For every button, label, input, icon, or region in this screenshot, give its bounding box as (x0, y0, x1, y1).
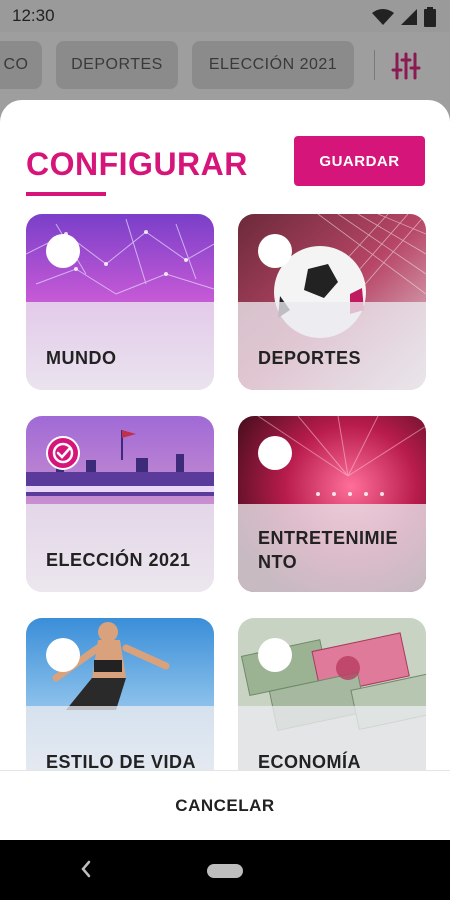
tab-label: ELECCIÓN 2021 (208, 56, 338, 73)
save-button[interactable]: GUARDAR (294, 136, 425, 186)
sheet-title: CONFIGURAR (26, 146, 248, 182)
cancel-area: CANCELAR (0, 770, 450, 840)
card-label-line: ENTRETENIMIE (258, 528, 399, 548)
select-toggle[interactable] (258, 638, 292, 672)
signal-icon (401, 9, 417, 25)
select-toggle[interactable] (46, 234, 80, 268)
category-card-eleccion-2021[interactable]: ELECCIÓN 2021 (26, 416, 214, 592)
status-time: 12:30 (12, 6, 55, 25)
category-card-entretenimiento[interactable]: ENTRETENIMIE NTO (238, 416, 426, 592)
category-card-mundo[interactable]: MUNDO (26, 214, 214, 390)
tab-eleccion-2021[interactable]: ELECCIÓN 2021 (192, 41, 354, 89)
card-label: ELECCIÓN 2021 (46, 550, 191, 570)
select-toggle-checked[interactable] (46, 436, 80, 470)
category-grid: MUNDO DEPORTES ELECCIÓN 2021 ENTRETENIMI… (0, 214, 450, 774)
battery-icon (424, 7, 436, 27)
back-icon[interactable] (78, 858, 94, 880)
select-toggle[interactable] (258, 436, 292, 470)
cancel-button[interactable]: CANCELAR (175, 796, 274, 816)
navigation-bar (0, 840, 450, 900)
status-icons (372, 7, 436, 27)
filter-settings-icon[interactable] (390, 50, 422, 82)
wifi-icon (372, 9, 394, 25)
category-card-economia[interactable]: ECONOMÍA (238, 618, 426, 774)
tab-deportes[interactable]: DEPORTES (56, 41, 178, 89)
card-label: ENTRETENIMIE NTO (258, 526, 398, 574)
card-label: DEPORTES (258, 348, 362, 368)
tab-divider (374, 50, 375, 80)
category-tabs-bar: CO DEPORTES ELECCIÓN 2021 (0, 32, 450, 100)
configure-sheet: CONFIGURAR GUARDAR MUNDO DEPORTES ELECCI… (0, 100, 450, 840)
card-label-line: NTO (258, 552, 298, 572)
tab-label: DEPORTES (71, 56, 163, 73)
category-card-deportes[interactable]: DEPORTES (238, 214, 426, 390)
select-toggle[interactable] (46, 638, 80, 672)
home-pill[interactable] (207, 864, 243, 878)
title-underline (26, 192, 106, 196)
check-icon (52, 442, 74, 464)
tab-co[interactable]: CO (0, 41, 42, 89)
select-toggle[interactable] (258, 234, 292, 268)
tab-label: CO (3, 56, 29, 73)
category-card-estilo-de-vida[interactable]: ESTILO DE VIDA (26, 618, 214, 774)
status-bar: 12:30 (0, 0, 450, 32)
card-label: MUNDO (46, 348, 117, 368)
